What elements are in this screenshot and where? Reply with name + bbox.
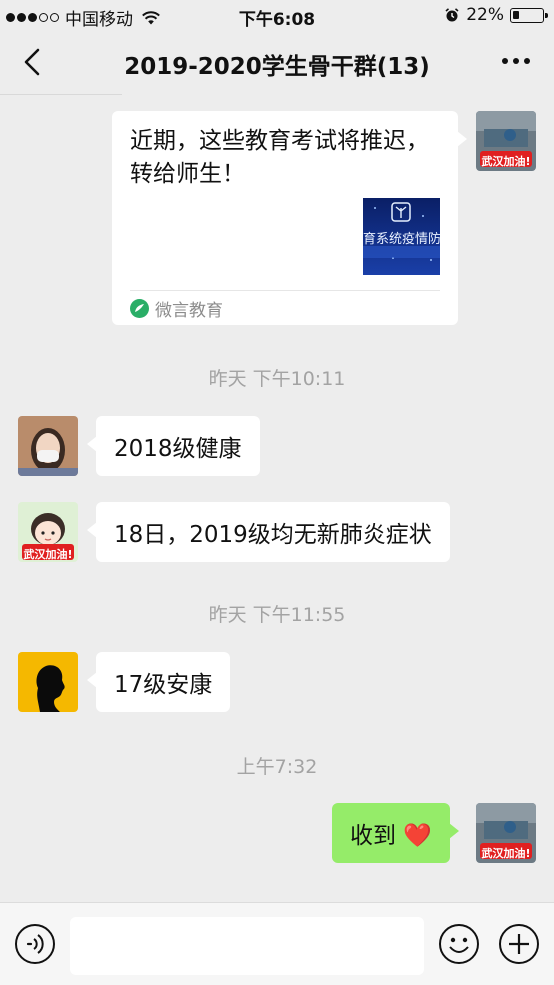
plus-icon[interactable]: [498, 923, 540, 965]
battery-icon: [510, 7, 548, 23]
article-card[interactable]: 近期，这些教育考试将推迟，转给师生！ 育系统疫情防 微言教育: [112, 111, 467, 325]
avatar-badge: 武汉加油!: [23, 548, 73, 561]
voice-icon[interactable]: [14, 923, 56, 965]
sender-avatar[interactable]: 武汉加油!: [18, 502, 78, 562]
message-text: 收到 ❤️: [350, 823, 432, 849]
avatar-badge: 武汉加油!: [481, 155, 531, 168]
message-bubble-sent[interactable]: 收到 ❤️: [332, 803, 459, 863]
chat-title: 2019-2020学生骨干群(13): [124, 54, 430, 80]
message-bubble[interactable]: 17级安康: [86, 652, 231, 712]
article-source-name: 微言教育: [155, 301, 223, 321]
my-avatar[interactable]: 武汉加油!: [476, 111, 536, 171]
message-bubble[interactable]: 2018级健康: [87, 416, 260, 476]
avatar-badge: 武汉加油!: [481, 847, 531, 860]
battery-percent: 22%: [466, 5, 504, 25]
nav-bar: 2019-2020学生骨干群(13): [0, 32, 554, 94]
article-thumbnail-text: 育系统疫情防: [363, 232, 440, 247]
alarm-icon: [445, 8, 459, 22]
message-text: 17级安康: [114, 672, 213, 698]
timestamp: 上午7:32: [236, 756, 318, 778]
message-input[interactable]: [70, 917, 424, 975]
status-right: 22%: [444, 5, 548, 25]
sender-avatar[interactable]: [18, 652, 78, 712]
wechat-leaf-icon: [130, 299, 149, 318]
more-dots-icon[interactable]: [502, 58, 530, 64]
card-divider: [130, 290, 440, 291]
my-avatar[interactable]: 武汉加油!: [476, 803, 536, 863]
article-thumbnail: 育系统疫情防: [363, 198, 440, 275]
message-text: 2018级健康: [114, 436, 242, 462]
timestamp: 昨天 下午11:55: [208, 604, 346, 626]
emoji-icon[interactable]: [438, 923, 480, 965]
input-bar: [0, 902, 554, 985]
article-title: 近期，这些教育考试将推迟，转给师生！: [130, 128, 429, 187]
nav-divider: [0, 94, 122, 95]
sender-avatar[interactable]: [18, 416, 78, 476]
message-text: 18日，2019级均无新肺炎症状: [114, 522, 432, 548]
message-bubble[interactable]: 18日，2019级均无新肺炎症状: [87, 502, 450, 562]
status-bar: 中国移动 下午6:08 22%: [0, 0, 554, 32]
article-source: 微言教育: [130, 296, 223, 321]
timestamp: 昨天 下午10:11: [208, 368, 346, 390]
